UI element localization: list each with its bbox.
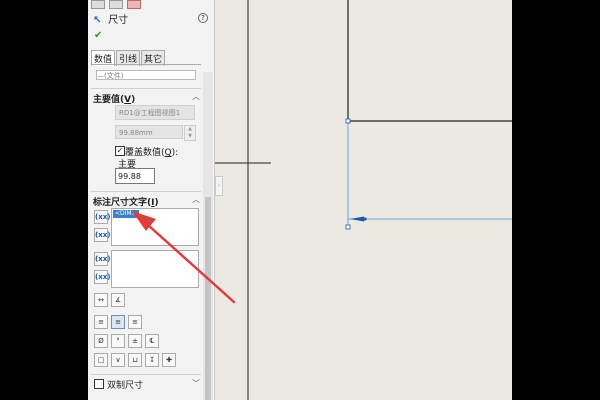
app-screen: ‹ ↖ 尺寸 ? ✔ 数值 引线 其它 —(文件) ︿ 主要值(V) ︿ RD1… xyxy=(88,0,512,400)
annotation-arrow xyxy=(132,211,236,304)
